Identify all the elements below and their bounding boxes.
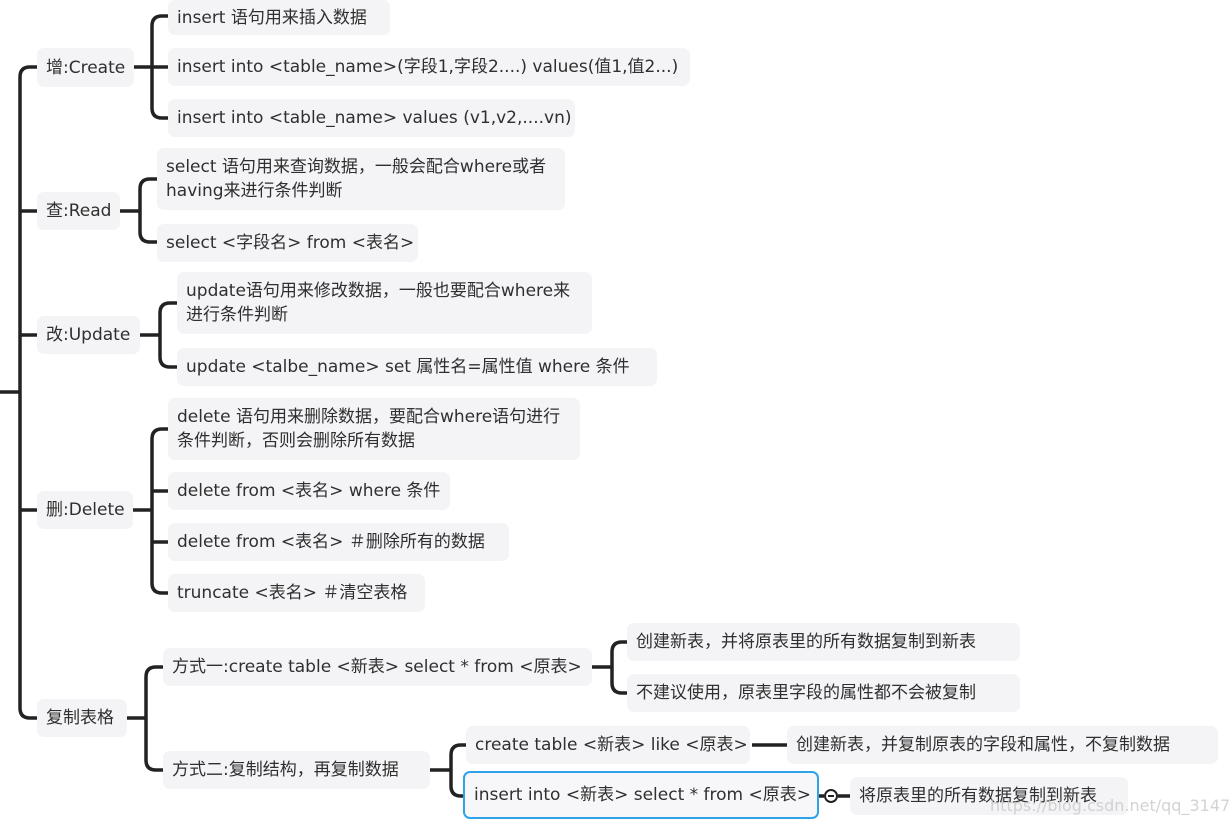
connector [449,743,466,756]
node-way2-like[interactable]: create table <新表> like <原表> [466,726,750,764]
node-copy-way2[interactable]: 方式二:复制结构，再复制数据 [163,751,430,789]
minus-circle-icon[interactable] [824,789,838,803]
connector [18,707,37,720]
node-way1-child[interactable]: 创建新表，并将原表里的所有数据复制到新表 [627,623,1020,661]
node-read-child[interactable]: select 语句用来查询数据，一般会配合where或者having来进行条件判… [157,148,565,210]
connector [150,14,168,27]
connector [150,582,168,595]
connector [144,665,163,678]
node-delete[interactable]: 删:Delete [37,491,133,529]
node-create-child[interactable]: insert into <table_name> values (v1,v2,.… [168,99,575,137]
connector [138,231,157,244]
node-create-child[interactable]: insert into <table_name>(字段1,字段2....) va… [168,48,690,86]
connector [138,177,157,190]
node-read-child[interactable]: select <字段名> from <表名> [157,224,418,262]
node-delete-child[interactable]: delete from <表名> where 条件 [168,472,450,510]
node-copy-way1[interactable]: 方式一:create table <新表> select * from <原表> [163,648,592,686]
connector [150,107,168,120]
node-delete-child[interactable]: truncate <表名> ＃清空表格 [168,574,425,612]
connector [150,427,168,440]
node-way1-child[interactable]: 不建议使用，原表里字段的属性都不会被复制 [627,674,1020,712]
node-delete-child[interactable]: delete from <表名> ＃删除所有的数据 [168,523,509,561]
node-update-child[interactable]: update语句用来修改数据，一般也要配合where来进行条件判断 [177,272,592,334]
node-create[interactable]: 增:Create [37,48,134,87]
node-update[interactable]: 改:Update [37,316,140,354]
connector [144,759,163,772]
node-copy-table[interactable]: 复制表格 [37,699,127,737]
node-delete-child[interactable]: delete 语句用来删除数据，要配合where语句进行条件判断，否则会删除所有… [168,398,580,460]
node-like-note[interactable]: 创建新表，并复制原表的字段和属性，不复制数据 [787,726,1218,764]
node-create-child[interactable]: insert 语句用来插入数据 [168,0,390,35]
node-way2-insert-selected[interactable]: insert into <新表> select * from <原表> [463,771,819,819]
connector [158,356,177,369]
node-update-child[interactable]: update <talbe_name> set 属性名=属性值 where 条件 [177,348,657,386]
node-read[interactable]: 查:Read [37,192,120,230]
connector [610,640,627,653]
watermark: https://blog.csdn.net/qq_31478771 [990,796,1231,815]
connector [18,65,37,78]
connector [610,682,627,695]
connector [158,301,177,314]
